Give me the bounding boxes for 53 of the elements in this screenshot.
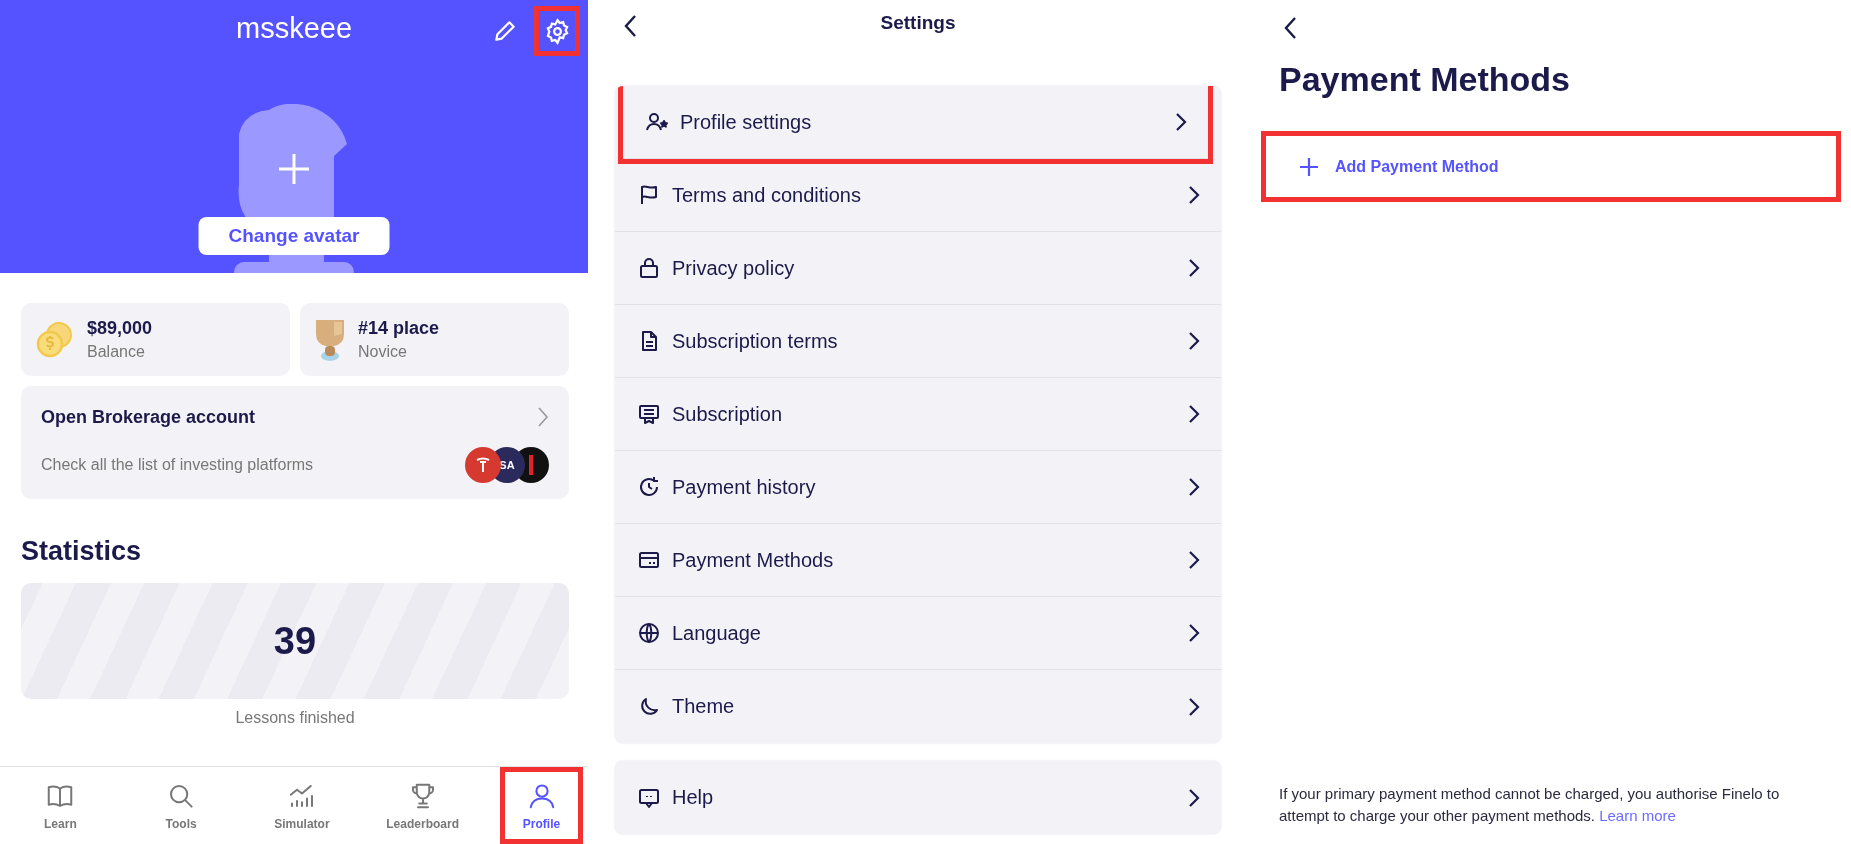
pencil-icon (492, 18, 518, 44)
stat-label: Novice (358, 343, 408, 361)
lessons-label: Lessons finished (235, 709, 355, 727)
chevron-right-icon (1188, 185, 1200, 205)
chevron-right-icon (1188, 696, 1200, 717)
brokerage-card[interactable]: Open Brokerage account Check all the list of investing platforms SA (21, 386, 569, 499)
add-payment-method-button[interactable]: Add Payment Method (1261, 131, 1841, 202)
settings-button[interactable] (534, 6, 580, 56)
stat-label: Balance (87, 343, 146, 361)
lock-icon (637, 256, 661, 280)
learn-more-link[interactable]: Learn more (1599, 807, 1676, 824)
settings-item[interactable]: Privacy policy (615, 232, 1221, 305)
settings-item[interactable]: Subscription (615, 378, 1221, 451)
chevron-right-icon (1188, 331, 1200, 351)
settings-item[interactable]: Profile settings (623, 86, 1208, 159)
payment-note: If your primary payment method cannot be charged, you authorise Finelo to attempt to charge your other payment methods. Learn more (1279, 784, 1781, 826)
chevron-right-icon (537, 406, 549, 428)
settings-item[interactable]: Subscription terms (615, 305, 1221, 378)
section-heading: Statistics (21, 536, 143, 567)
trophy-icon (314, 317, 346, 362)
settings-item[interactable]: Theme (615, 670, 1221, 743)
nav-tab[interactable]: Leaderboard (362, 767, 483, 844)
brokerage-subtitle: Check all the list of investing platforms (41, 456, 314, 474)
nav-tab[interactable]: Learn (0, 767, 121, 844)
chevron-right-icon (1175, 112, 1187, 132)
chevron-right-icon (1188, 623, 1200, 643)
lessons-count: 39 (273, 619, 317, 663)
stat-value: $89,000 (87, 318, 153, 339)
back-icon[interactable] (1283, 16, 1297, 40)
nav-tab[interactable]: Simulator (241, 767, 363, 844)
chevron-right-icon (1188, 787, 1200, 808)
nav-tab[interactable]: Profile (500, 767, 583, 844)
back-icon[interactable] (623, 14, 637, 38)
receipt-icon (637, 402, 661, 426)
username: msskeee (235, 11, 352, 45)
help-item[interactable]: Help (615, 761, 1221, 834)
settings-item[interactable]: Language (615, 597, 1221, 670)
chevron-right-icon (1188, 477, 1200, 497)
page-title: Payment Methods (1279, 60, 1571, 99)
settings-item[interactable]: Terms and conditions (615, 159, 1221, 232)
brokerage-title: Open Brokerage account (41, 406, 256, 428)
settings-item[interactable]: Payment Methods (615, 524, 1221, 597)
screen-title: Settings (880, 12, 956, 35)
settings-item[interactable]: Payment history (615, 451, 1221, 524)
chevron-right-icon (1188, 404, 1200, 424)
chevron-right-icon (1188, 550, 1200, 570)
history-icon (637, 475, 661, 499)
globe-icon (637, 621, 661, 645)
nav-tab[interactable]: Tools (120, 767, 242, 844)
chevron-right-icon (1188, 258, 1200, 278)
stat-value: #14 place (358, 318, 440, 339)
coins-icon (35, 319, 75, 360)
change-avatar-button[interactable]: Change avatar (198, 217, 390, 255)
